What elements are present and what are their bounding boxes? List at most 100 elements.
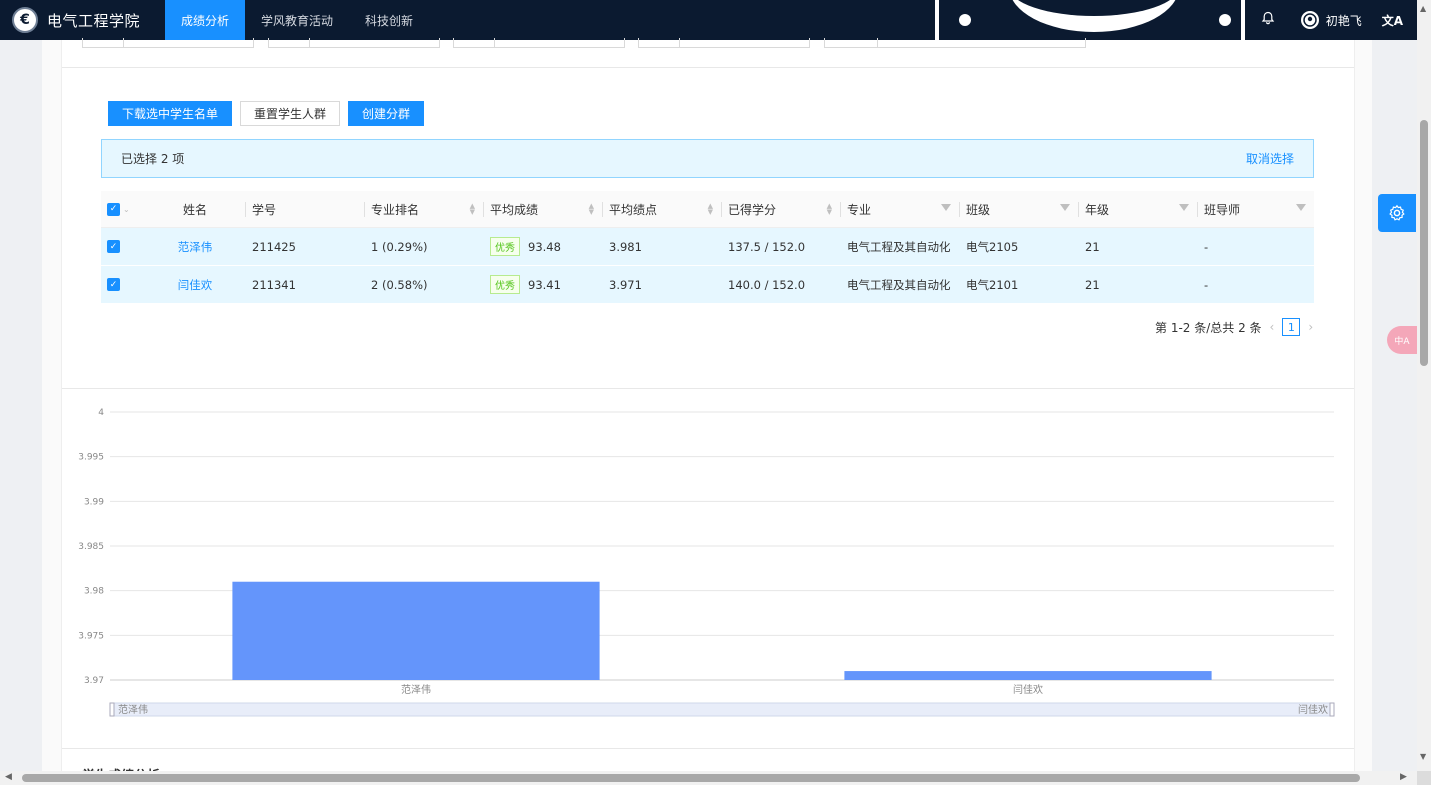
chevron-down-icon[interactable]: ⌄ [123, 205, 130, 214]
y-tick-label: 3.985 [78, 542, 104, 552]
select-all-checkbox[interactable]: ✓ [107, 202, 120, 216]
top-nav-bar: € 电气工程学院 成绩分析 学风教育活动 科技创新 初艳飞 文A [0, 0, 1417, 40]
col-header-advisor[interactable]: 班导师 [1197, 191, 1314, 227]
next-page-icon[interactable]: › [1308, 320, 1313, 334]
student-name-link[interactable]: 闫佳欢 [145, 266, 245, 303]
col-header-name: 姓名 [182, 202, 207, 217]
scroll-left-icon[interactable]: ◀ [5, 772, 12, 782]
sort-icon[interactable]: ▲ ▼ [708, 203, 713, 216]
filter-field[interactable] [82, 38, 254, 48]
row-checkbox-cell[interactable]: ✓ [101, 266, 145, 303]
filter-row-partial [82, 38, 1092, 48]
row-checkbox[interactable]: ✓ [107, 278, 120, 291]
y-tick-label: 3.99 [84, 497, 104, 507]
college-logo-icon: € [12, 7, 38, 33]
col-header-gpa[interactable]: 平均绩点 ▲ ▼ [602, 191, 721, 227]
grade: 21 [1085, 239, 1100, 254]
select-all-cell[interactable]: ✓ ⌄ [101, 191, 145, 227]
table-row[interactable]: ✓ 范泽伟 211425 1 (0.29%) 优秀 93.48 3.981 137… [101, 228, 1314, 266]
bell-icon[interactable] [1261, 11, 1275, 29]
nav-tab-study-activities[interactable]: 学风教育活动 [245, 0, 349, 40]
filter-field[interactable] [268, 38, 440, 48]
vertical-scrollbar[interactable]: ▲ ▼ [1417, 0, 1431, 771]
scroll-down-icon[interactable]: ▼ [1420, 752, 1426, 761]
major-rank: 1 (0.29%) [371, 239, 428, 254]
app-title: 电气工程学院 [47, 11, 141, 30]
nav-tab-tech-innovation[interactable]: 科技创新 [349, 0, 429, 40]
col-header-credit[interactable]: 已得学分 ▲ ▼ [721, 191, 840, 227]
user-menu[interactable]: 初艳飞 [1300, 11, 1362, 29]
datazoom-track[interactable] [109, 702, 1335, 717]
credits-earned: 140.0 / 152.0 [728, 277, 806, 292]
scroll-thumb[interactable] [22, 774, 1360, 782]
translate-float-button[interactable]: 中A [1387, 326, 1417, 354]
translate-icon: 中A [1394, 336, 1410, 347]
selection-alert: 已选择 2 项 取消选择 [101, 139, 1314, 178]
excellent-tag: 优秀 [490, 275, 520, 294]
datazoom-handle-right[interactable] [1329, 702, 1335, 717]
nav-tab-grade-analysis[interactable]: 成绩分析 [165, 0, 246, 40]
table-row[interactable]: ✓ 闫佳欢 211341 2 (0.58%) 优秀 93.41 3.971 140… [101, 266, 1314, 304]
gpa-bar-chart: 4 3.995 3.99 3.985 3.98 3.975 3.97 范泽伟 闫佳欢 范泽伟 闫佳欢 [62, 390, 1354, 720]
filter-field[interactable] [824, 38, 1086, 48]
main-content: 下载选中学生名单 重置学生人群 创建分群 已选择 2 项 取消选择 ✓ ⌄ 姓名 … [62, 38, 1354, 775]
scroll-up-icon[interactable]: ▲ [1420, 4, 1426, 13]
col-header-class[interactable]: 班级 [959, 191, 1078, 227]
divider [62, 67, 1354, 68]
student-name-link[interactable]: 范泽伟 [145, 228, 245, 265]
scroll-right-icon[interactable]: ▶ [1400, 772, 1407, 782]
col-header-id: 学号 [245, 191, 364, 227]
row-checkbox[interactable]: ✓ [107, 240, 120, 253]
filter-icon[interactable] [1060, 204, 1070, 211]
major: 电气工程及其自动化 [847, 239, 951, 254]
horizontal-scrollbar[interactable]: ◀ ▶ [0, 771, 1417, 785]
col-header-avg[interactable]: 平均成绩 ▲ ▼ [483, 191, 602, 227]
translate-icon[interactable]: 文A [1382, 12, 1403, 29]
chart-canvas: 43.9953.993.9853.983.9753.97范泽伟 闫佳欢范泽伟 闫佳欢 [78, 408, 1335, 717]
bar [844, 671, 1212, 680]
create-group-button[interactable]: 创建分群 [348, 101, 425, 126]
cancel-selection-link[interactable]: 取消选择 [1246, 150, 1294, 167]
x-tick-label: 闫佳欢 [1013, 683, 1043, 696]
scroll-thumb[interactable] [1420, 120, 1428, 366]
student-id: 211341 [252, 277, 296, 292]
scrollbar-corner [1417, 771, 1431, 785]
sort-icon[interactable]: ▲ ▼ [827, 203, 832, 216]
download-selected-button[interactable]: 下载选中学生名单 [108, 101, 233, 126]
filter-icon[interactable] [1179, 204, 1189, 211]
sort-icon[interactable]: ▲ ▼ [589, 203, 594, 216]
class: 电气2101 [966, 277, 1019, 292]
advisor: - [1204, 239, 1209, 254]
filter-icon[interactable] [941, 204, 951, 211]
student-id: 211425 [252, 239, 296, 254]
avg-gpa: 3.971 [609, 277, 642, 292]
bar [232, 581, 600, 680]
credits-earned: 137.5 / 152.0 [728, 239, 806, 254]
col-header-rank[interactable]: 专业排名 ▲ ▼ [364, 191, 483, 227]
col-header-major[interactable]: 专业 [840, 191, 959, 227]
x-tick-label: 范泽伟 [401, 683, 431, 696]
gear-icon [1389, 204, 1405, 221]
page-1-button[interactable]: 1 [1282, 318, 1301, 336]
action-toolbar: 下载选中学生名单 重置学生人群 创建分群 [108, 101, 432, 126]
grade: 21 [1085, 277, 1100, 292]
avatar [1300, 11, 1319, 29]
filter-field[interactable] [453, 38, 625, 48]
divider [62, 388, 1354, 389]
y-tick-label: 3.98 [84, 587, 104, 597]
col-header-grade[interactable]: 年级 [1078, 191, 1197, 227]
datazoom-handle-left[interactable] [109, 702, 115, 717]
excellent-tag: 优秀 [490, 237, 520, 256]
filter-field[interactable] [638, 38, 810, 48]
y-tick-label: 4 [98, 408, 104, 418]
reset-group-button[interactable]: 重置学生人群 [240, 101, 341, 126]
prev-page-icon[interactable]: ‹ [1270, 320, 1275, 334]
row-checkbox-cell[interactable]: ✓ [101, 228, 145, 265]
y-tick-label: 3.975 [78, 631, 104, 641]
sort-icon[interactable]: ▲ ▼ [470, 203, 475, 216]
table-header: ✓ ⌄ 姓名 学号 专业排名 ▲ ▼ 平均成绩 ▲ ▼ 平均绩点 ▲ ▼ 已得学分 ▲ ▼ 专业 … [101, 191, 1314, 228]
logo[interactable]: € 电气工程学院 [0, 0, 165, 40]
header-decoration [935, 0, 1245, 40]
settings-button[interactable] [1378, 194, 1416, 232]
filter-icon[interactable] [1296, 204, 1306, 211]
